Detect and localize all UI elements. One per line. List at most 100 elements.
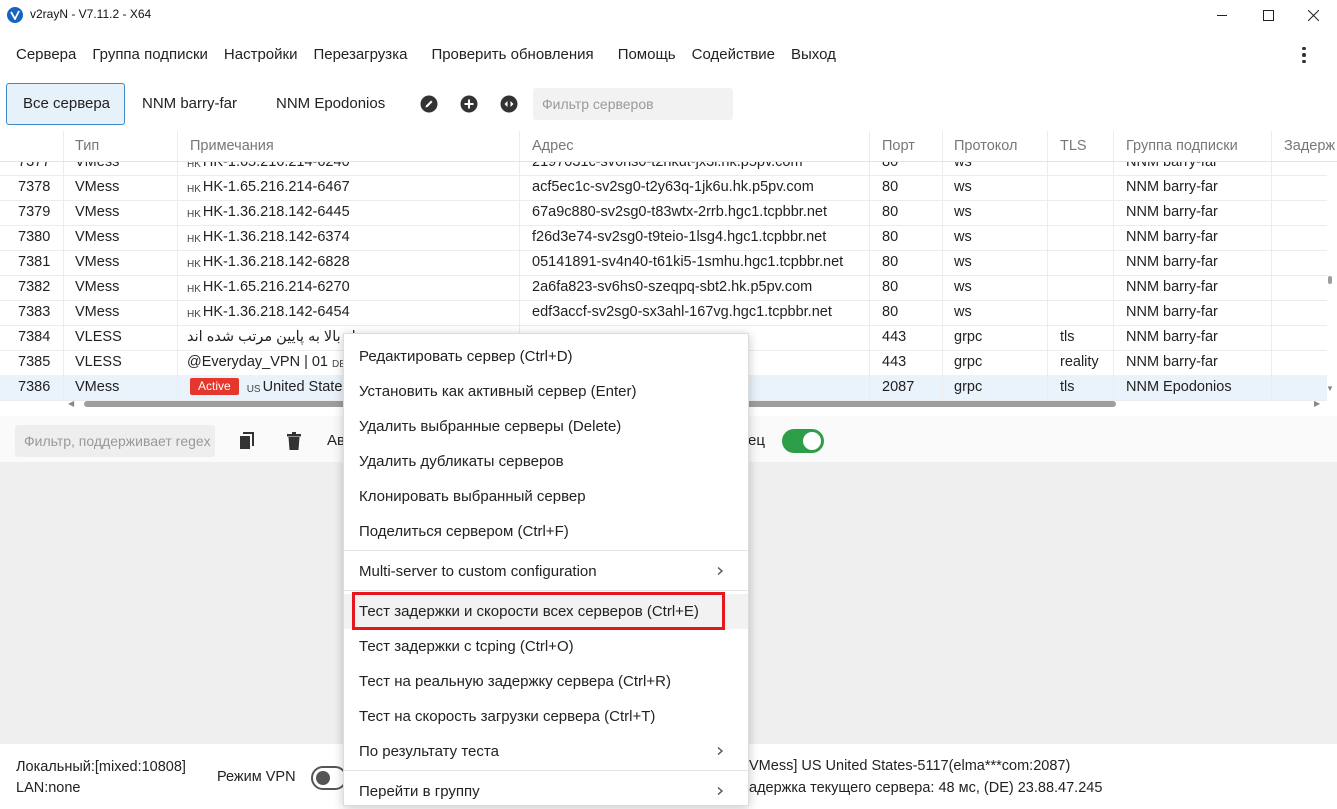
menu-support[interactable]: Содействие (684, 44, 783, 66)
tab-nnm-barry-far[interactable]: NNM barry-far (126, 83, 253, 125)
local-port-status: Локальный:[mixed:10808] (16, 759, 186, 775)
menu-clone-server[interactable]: Клонировать выбранный сервер (344, 479, 748, 514)
table-row[interactable]: 7379 VMess HK HK-1.36.218.142-6445 67a9c8… (0, 200, 1327, 226)
menu-subscription-group[interactable]: Группа подписки (84, 44, 216, 66)
row-id: 7378 (0, 175, 64, 200)
current-server-status: VMess] US United States-5117(elma***com:… (749, 758, 1071, 774)
flag-hk: HK (187, 234, 201, 245)
header-remarks[interactable]: Примечания (178, 131, 520, 161)
header-address[interactable]: Адрес (520, 131, 870, 161)
scroll-down-icon[interactable]: ▼ (1326, 384, 1334, 393)
row-port: 443 (870, 350, 943, 375)
row-address: f26d3e74-sv2sg0-t9teio-1lsg4.hgc1.tcpbbr… (520, 225, 870, 250)
row-address: 05141891-sv4n40-t61ki5-1smhu.hgc1.tcpbbr… (520, 250, 870, 275)
row-tls (1048, 275, 1114, 300)
edit-icon[interactable] (420, 95, 438, 113)
row-id: 7382 (0, 275, 64, 300)
row-type: VLESS (64, 350, 178, 375)
row-protocol: ws (943, 250, 1048, 275)
v2rayn-logo-icon (7, 7, 23, 23)
row-tls: reality (1048, 350, 1114, 375)
row-tls (1048, 225, 1114, 250)
row-type: VMess (64, 175, 178, 200)
menu-exit[interactable]: Выход (783, 44, 844, 66)
copy-icon[interactable] (239, 432, 255, 450)
flag-hk: HK (187, 309, 201, 320)
row-group: NNM barry-far (1114, 350, 1272, 375)
chevron-right-icon (717, 787, 724, 795)
vertical-scrollbar-thumb[interactable] (1328, 276, 1332, 284)
menu-settings[interactable]: Настройки (216, 44, 306, 66)
current-latency-status: адержка текущего сервера: 48 мс, (DE) 23… (749, 780, 1103, 796)
menu-separator (344, 770, 748, 771)
scroll-right-icon[interactable]: ▶ (1314, 399, 1320, 408)
highlight-annotation-box (352, 592, 725, 630)
menu-edit-server[interactable]: Редактировать сервер (Ctrl+D) (344, 339, 748, 374)
log-toggle[interactable] (782, 429, 824, 453)
menu-set-active-server[interactable]: Установить как активный сервер (Enter) (344, 374, 748, 409)
row-group: NNM barry-far (1114, 275, 1272, 300)
menu-download-speed-test[interactable]: Тест на скорость загрузки сервера (Ctrl+… (344, 699, 748, 734)
header-id[interactable] (0, 131, 64, 161)
table-row[interactable]: 7381 VMess HK HK-1.36.218.142-6828 051418… (0, 250, 1327, 276)
row-remark-text: HK-1.65.216.214-6467 (202, 179, 350, 195)
menu-delete-selected[interactable]: Удалить выбранные серверы (Delete) (344, 409, 748, 444)
more-options-icon[interactable] (1296, 44, 1312, 66)
menu-share-server[interactable]: Поделиться сервером (Ctrl+F) (344, 514, 748, 549)
server-filter-input[interactable]: Фильтр серверов (533, 88, 733, 120)
menu-remove-duplicates[interactable]: Удалить дубликаты серверов (344, 444, 748, 479)
header-port[interactable]: Порт (870, 131, 943, 161)
header-latency[interactable]: Задерж (1272, 131, 1337, 161)
maximize-button[interactable] (1245, 0, 1291, 30)
minimize-icon (1216, 14, 1227, 16)
log-filter-input[interactable]: Фильтр, поддерживает regex (15, 425, 215, 457)
context-menu: Редактировать сервер (Ctrl+D) Установить… (343, 333, 749, 806)
header-subscription-group[interactable]: Группа подписки (1114, 131, 1272, 161)
menu-item-label: По результату теста (359, 743, 499, 760)
row-group: NNM barry-far (1114, 200, 1272, 225)
table-header: Тип Примечания Адрес Порт Протокол TLS Г… (0, 131, 1337, 162)
row-port: 80 (870, 300, 943, 325)
header-protocol[interactable]: Протокол (943, 131, 1048, 161)
add-icon[interactable] (460, 95, 478, 113)
table-row[interactable]: 7382 VMess HK HK-1.65.216.214-6270 2a6fa8… (0, 275, 1327, 301)
menu-restart[interactable]: Перезагрузка (305, 44, 415, 66)
close-button[interactable] (1290, 0, 1336, 30)
row-remark-text: United States (262, 379, 350, 395)
table-row[interactable]: 7378 VMess HK HK-1.65.216.214-6467 acf5ec… (0, 175, 1327, 201)
row-protocol: ws (943, 175, 1048, 200)
menu-item-label: Перейти в группу (359, 783, 480, 800)
scroll-left-icon[interactable]: ◀ (68, 399, 74, 408)
vpn-mode-toggle[interactable] (311, 766, 347, 790)
sort-icon[interactable] (500, 95, 518, 113)
tab-all-servers[interactable]: Все сервера (6, 83, 125, 125)
menu-servers[interactable]: Серверa (8, 44, 84, 66)
row-id: 7384 (0, 325, 64, 350)
menu-multi-server-config[interactable]: Multi-server to custom configuration (344, 554, 748, 589)
row-remark-text: HK-1.36.218.142-6454 (202, 304, 350, 320)
lan-status: LAN:none (16, 780, 81, 796)
row-protocol: grpc (943, 325, 1048, 350)
row-group: NNM barry-far (1114, 300, 1272, 325)
header-tls[interactable]: TLS (1048, 131, 1114, 161)
menu-tcping-test[interactable]: Тест задержки с tcping (Ctrl+O) (344, 629, 748, 664)
header-type[interactable]: Тип (64, 131, 178, 161)
row-type: VMess (64, 275, 178, 300)
menu-help[interactable]: Помощь (610, 44, 684, 66)
menu-check-updates[interactable]: Проверить обновления (423, 44, 601, 66)
row-type: VMess (64, 200, 178, 225)
row-protocol: ws (943, 200, 1048, 225)
menu-go-to-group[interactable]: Перейти в группу (344, 774, 748, 809)
tab-nnm-epodonios[interactable]: NNM Epodonios (260, 83, 401, 125)
row-id: 7379 (0, 200, 64, 225)
flag-hk: HK (187, 209, 201, 220)
table-row[interactable]: 7383 VMess HK HK-1.36.218.142-6454 edf3ac… (0, 300, 1327, 326)
minimize-button[interactable] (1199, 0, 1245, 30)
row-remark: HK HK-1.36.218.142-6828 (178, 250, 520, 275)
delete-icon[interactable] (287, 432, 301, 450)
table-row[interactable]: 7380 VMess HK HK-1.36.218.142-6374 f26d3e… (0, 225, 1327, 251)
menu-real-delay-test[interactable]: Тест на реальную задержку сервера (Ctrl+… (344, 664, 748, 699)
menu-by-test-result[interactable]: По результату теста (344, 734, 748, 769)
row-remark-text: HK-1.36.218.142-6445 (202, 204, 350, 220)
row-id: 7386 (0, 375, 64, 400)
